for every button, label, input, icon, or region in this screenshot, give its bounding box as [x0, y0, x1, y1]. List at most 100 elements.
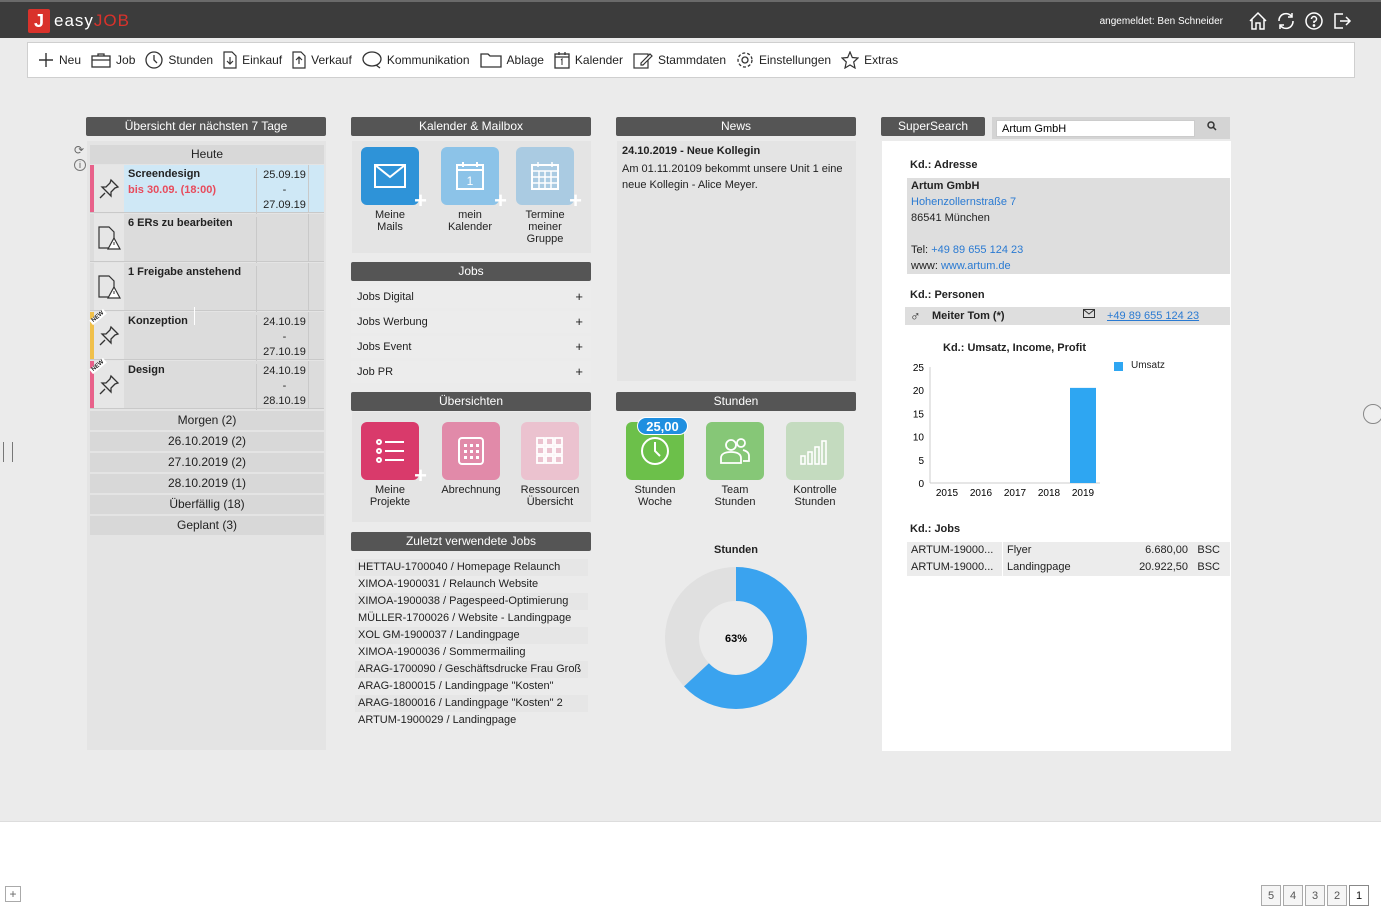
job-category-row[interactable]: Job PR + [351, 361, 591, 383]
extras-button[interactable]: Extras [841, 51, 898, 69]
tile-kontrolle-stunden[interactable]: Kontrolle Stunden [772, 422, 858, 508]
grid-icon [536, 437, 563, 464]
job-category-row[interactable]: Jobs Digital + [351, 286, 591, 308]
recent-job-item[interactable]: ARAG-1800015 / Landingpage "Kosten" [355, 678, 588, 695]
pager: 5 4 3 2 1 [1261, 885, 1369, 906]
revenue-chart: 0 5 10 15 20 25 2015 2016 2017 2018 2019 [913, 363, 1100, 499]
day-group-row[interactable]: 26.10.2019 (2) [90, 432, 324, 451]
y-tick-label: 20 [913, 386, 925, 397]
recent-job-item[interactable]: ARAG-1800016 / Landingpage "Kosten" 2 [355, 695, 588, 712]
male-icon: ♂ [910, 308, 921, 324]
day-group-row[interactable]: 28.10.2019 (1) [90, 474, 324, 493]
tile-meine-mails[interactable]: + Meine Mails [347, 147, 433, 233]
recent-job-item[interactable]: XIMOA-1900038 / Pagespeed-Optimierung [355, 593, 588, 610]
einkauf-button[interactable]: Einkauf [223, 51, 282, 69]
page-1[interactable]: 1 [1349, 885, 1369, 906]
expand-plus-icon[interactable]: + [575, 361, 583, 383]
day-group-row[interactable]: 27.10.2019 (2) [90, 453, 324, 472]
side-clock-icon[interactable] [1363, 404, 1381, 424]
home-icon[interactable] [1247, 10, 1269, 32]
job-number: ARTUM-19000... [911, 561, 994, 573]
tile-abrechnung[interactable]: Abrechnung [428, 422, 514, 496]
customer-job-row[interactable]: ARTUM-19000... Flyer 6.680,00 BSC [907, 542, 1230, 559]
x-tick-label: 2016 [970, 488, 993, 499]
tile-termine-gruppe[interactable]: + Termine meiner Gruppe [502, 147, 588, 245]
recent-job-item[interactable]: XIMOA-1900036 / Sommermailing [355, 644, 588, 661]
task-item[interactable]: 6 ERs zu bearbeiten [90, 214, 324, 263]
page-3[interactable]: 3 [1305, 885, 1325, 906]
expand-plus-icon[interactable]: + [575, 311, 583, 333]
phone-link[interactable]: +49 89 655 124 23 [931, 244, 1023, 256]
new-button[interactable]: Neu [38, 52, 81, 68]
expand-plus-icon[interactable]: + [575, 336, 583, 358]
info-icon[interactable]: i [74, 159, 86, 171]
job-category-row[interactable]: Jobs Event + [351, 336, 591, 358]
recent-job-item[interactable]: XIMOA-1900031 / Relaunch Website [355, 576, 588, 593]
news-header: News [616, 117, 856, 136]
refresh-icon[interactable] [1275, 10, 1297, 32]
hours-donut: 63% [665, 567, 807, 709]
recent-job-item[interactable]: XOL GM-1900037 / Landingpage [355, 627, 588, 644]
tile-ressourcen[interactable]: Ressourcen Übersicht [507, 422, 593, 508]
calendar-grid-icon [531, 162, 559, 190]
job-name: Flyer [1002, 542, 1031, 559]
recent-job-item[interactable]: ARAG-1700090 / Geschäftsdrucke Frau Groß [355, 661, 588, 678]
star-icon [841, 51, 860, 69]
envelope-icon[interactable] [1083, 307, 1095, 325]
logout-icon[interactable] [1331, 10, 1353, 32]
pin-icon [99, 178, 120, 198]
recent-job-item[interactable]: HETTAU-1700040 / Homepage Relaunch [355, 559, 588, 576]
stunden-button[interactable]: Stunden [145, 51, 213, 69]
task-item[interactable]: Screendesign bis 30.09. (18:00) 25.09.19… [90, 165, 324, 214]
edit-icon [633, 53, 653, 69]
street-link[interactable]: Hohenzollernstraße 7 [911, 196, 1016, 208]
recent-job-item[interactable]: MÜLLER-1700026 / Website - Landingpage [355, 610, 588, 627]
person-phone-link[interactable]: +49 89 655 124 23 [1107, 307, 1199, 325]
stammdaten-button[interactable]: Stammdaten [633, 51, 726, 69]
task-title: Design [128, 364, 165, 376]
kommunikation-button[interactable]: Kommunikation [362, 51, 470, 69]
left-resize-handle[interactable] [3, 442, 13, 462]
recent-job-item[interactable]: ARTUM-1900029 / Landingpage [355, 712, 588, 729]
job-category-row[interactable]: Jobs Werbung + [351, 311, 591, 333]
task-item[interactable]: 1 Freigabe anstehend [90, 263, 324, 312]
job-category-label: Job PR [357, 366, 394, 378]
task-dates: 24.10.19-28.10.19 [256, 364, 312, 410]
page-4[interactable]: 4 [1283, 885, 1303, 906]
job-button[interactable]: Job [91, 52, 135, 68]
day-group-row[interactable]: Morgen (2) [90, 411, 324, 430]
help-icon[interactable] [1303, 10, 1325, 32]
day-group-row[interactable]: Überfällig (18) [90, 495, 324, 514]
expand-plus-icon[interactable]: + [575, 286, 583, 308]
task-item[interactable]: NEW Design 24.10.19-28.10.19 [89, 357, 324, 410]
persons-title: Kd.: Personen [910, 289, 985, 301]
page-2[interactable]: 2 [1327, 885, 1347, 906]
main-toolbar: Neu Job Stunden Einkauf Verkauf Kommunik… [27, 42, 1355, 78]
task-item[interactable]: NEW Konzeption 24.10.19-27.10.19 [89, 308, 324, 361]
task-title: 1 Freigabe anstehend [128, 266, 242, 278]
day-group-row[interactable]: Geplant (3) [90, 516, 324, 535]
supersearch-header: SuperSearch [881, 117, 985, 136]
doc-out-icon [292, 51, 306, 69]
news-heading: 24.10.2019 - Neue Kollegin [622, 145, 761, 157]
calculator-icon [458, 437, 484, 465]
add-tab-button[interactable]: + [5, 886, 21, 902]
tile-mein-kalender[interactable]: 1 + mein Kalender [427, 147, 513, 233]
einstellungen-button[interactable]: Einstellungen [736, 51, 831, 69]
ablage-button[interactable]: Ablage [479, 52, 544, 68]
refresh-small-icon[interactable]: ⟳ [74, 143, 84, 157]
search-input[interactable] [996, 120, 1195, 137]
tile-meine-projekte[interactable]: + Meine Projekte [347, 422, 433, 508]
task-title: Screendesign [128, 168, 201, 180]
customer-job-row[interactable]: ARTUM-19000... Landingpage 20.922,50 BSC [907, 559, 1230, 576]
search-icon[interactable] [1206, 119, 1218, 136]
calendar-icon [554, 52, 570, 69]
job-category-label: Jobs Werbung [357, 316, 428, 328]
person-row[interactable]: ♂ Meiter Tom (*) +49 89 655 124 23 [905, 307, 1230, 325]
y-tick-label: 0 [918, 479, 924, 490]
verkauf-button[interactable]: Verkauf [292, 51, 352, 69]
tile-team-stunden[interactable]: Team Stunden [692, 422, 778, 508]
website-link[interactable]: www.artum.de [941, 260, 1011, 272]
kalender-button[interactable]: Kalender [554, 51, 623, 69]
page-5[interactable]: 5 [1261, 885, 1281, 906]
